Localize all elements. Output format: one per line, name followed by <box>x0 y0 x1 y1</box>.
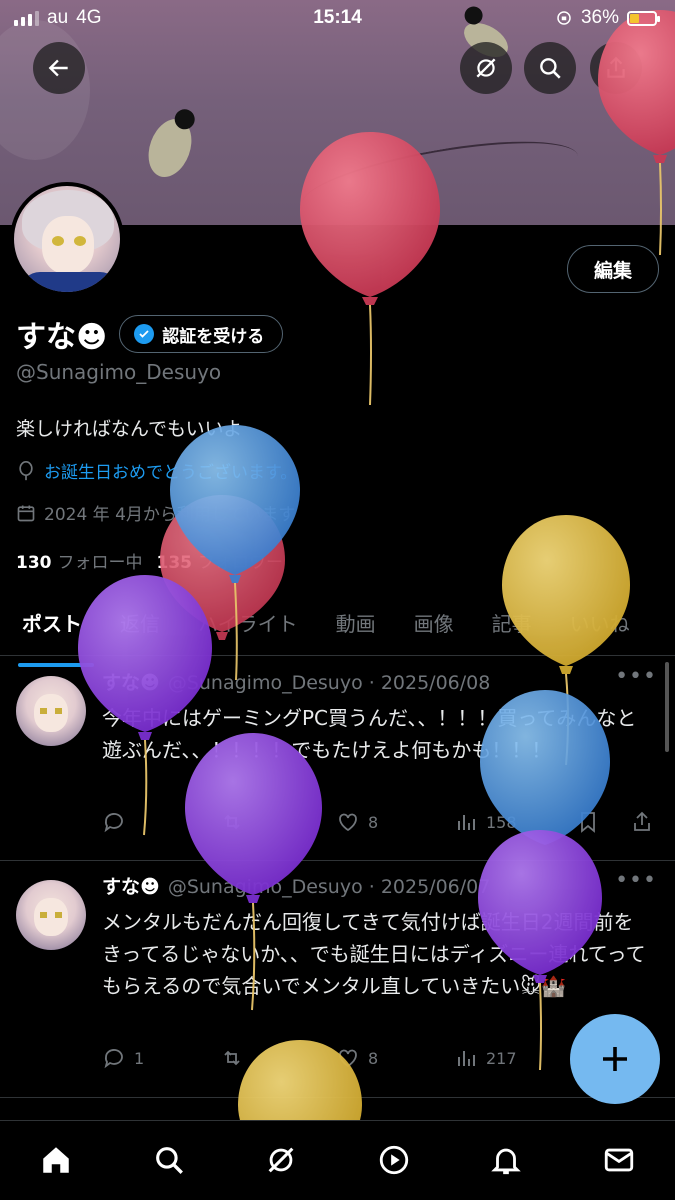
notifications-icon <box>491 1148 522 1174</box>
scrollbar[interactable] <box>665 662 669 752</box>
battery-percent: 36% <box>580 7 619 28</box>
repost-icon <box>224 1050 240 1066</box>
reply-count: 1 <box>134 1048 145 1068</box>
birthday-text[interactable]: お誕生日おめでとうございます。 <box>44 458 297 483</box>
search-icon <box>540 58 561 79</box>
messages-icon <box>604 1148 633 1171</box>
share-icon <box>634 811 650 831</box>
tab-videos[interactable]: 動画 <box>314 598 392 655</box>
tab-replies[interactable]: 返信 <box>98 598 176 655</box>
views-icon <box>458 815 475 830</box>
tab-images[interactable]: 画像 <box>392 598 470 655</box>
status-bar: au 4G 15:14 36% <box>0 0 675 36</box>
reply-button[interactable]: 1 <box>102 1046 220 1070</box>
views-button[interactable]: 158 <box>454 810 576 834</box>
arrow-left-icon <box>48 59 68 77</box>
grok-icon <box>268 1147 294 1172</box>
views-count: 158 <box>486 812 517 832</box>
search-icon <box>155 1146 183 1174</box>
following-label: フォロー中 <box>57 553 143 573</box>
bottom-navigation <box>0 1120 675 1200</box>
grok-icon <box>476 58 496 78</box>
profile-bio: 楽しければなんでもいいよ <box>16 418 243 440</box>
tab-articles[interactable]: 記事 <box>470 598 548 655</box>
followers-count: 135 <box>156 553 193 573</box>
nav-search[interactable] <box>147 1138 191 1182</box>
battery-icon <box>627 10 660 26</box>
following-count: 130 <box>16 553 52 573</box>
profile-tabs: ポスト 返信 ハイライト 動画 画像 記事 いいね <box>0 598 675 667</box>
bookmark-icon <box>581 812 595 833</box>
profile-handle: @Sunagimo_Desuyo <box>16 360 222 384</box>
heart-icon <box>339 813 357 832</box>
reply-icon <box>104 813 123 833</box>
balloon-icon <box>19 460 33 480</box>
compose-button[interactable] <box>570 1014 660 1104</box>
grok-button[interactable] <box>460 42 512 94</box>
nav-videos[interactable] <box>372 1138 416 1182</box>
nav-notifications[interactable] <box>484 1138 528 1182</box>
more-options-icon[interactable]: ••• <box>615 868 657 893</box>
joined-text: 2024 年 4月から利用しています <box>44 505 296 525</box>
profile-avatar[interactable] <box>10 182 124 296</box>
get-verified-button[interactable]: 認証を受ける <box>119 315 284 353</box>
more-options-icon[interactable]: ••• <box>615 664 657 689</box>
post-author-name[interactable]: すな☻ <box>102 672 160 694</box>
followers-link[interactable]: 135 フォロワー <box>157 548 284 573</box>
joined-row: 2024 年 4月から利用しています <box>16 500 295 525</box>
post-text: 今年中にはゲーミングPC買うんだ、、！！！買ってみんなと遊ぶんだ、、！！！！でも… <box>102 706 637 762</box>
share-post-button[interactable] <box>630 810 654 834</box>
views-count: 217 <box>486 1048 517 1068</box>
plus-icon <box>603 1047 627 1071</box>
following-link[interactable]: 130 フォロー中 <box>16 548 143 573</box>
verified-badge-icon <box>134 324 155 344</box>
birthday-row[interactable]: お誕生日おめでとうございます。 <box>16 458 297 483</box>
repost-icon <box>224 814 240 830</box>
get-verified-label: 認証を受ける <box>162 326 265 347</box>
like-button[interactable]: 8 <box>336 810 454 834</box>
profile-name: すな☻ <box>16 320 108 355</box>
reply-button[interactable] <box>102 810 220 834</box>
post-avatar[interactable] <box>16 676 86 746</box>
video-icon <box>379 1145 408 1174</box>
banner-decoration <box>296 126 584 225</box>
nav-messages[interactable] <box>597 1138 641 1182</box>
tab-likes[interactable]: いいね <box>548 598 646 655</box>
tab-highlights[interactable]: ハイライト <box>176 598 314 655</box>
followers-label: フォロワー <box>198 553 283 573</box>
reply-icon <box>104 1049 123 1069</box>
post-text: メンタルもだんだん回復してきて気付けば誕生日2週間前をきってるじゃないか、、でも… <box>102 910 646 998</box>
like-count: 8 <box>368 812 379 832</box>
post-avatar[interactable] <box>16 880 86 950</box>
views-button[interactable]: 217 <box>454 1046 576 1070</box>
share-button[interactable] <box>590 42 642 94</box>
post-author-name[interactable]: すな☻ <box>102 876 160 898</box>
like-button[interactable]: 8 <box>336 1046 454 1070</box>
repost-button[interactable] <box>220 1046 336 1070</box>
nav-grok[interactable] <box>259 1138 303 1182</box>
repost-button[interactable] <box>220 810 336 834</box>
post-item[interactable]: すな☻ @Sunagimo_Desuyo · 2025/06/08 ••• 今年中… <box>0 658 675 861</box>
nav-home[interactable] <box>34 1138 78 1182</box>
tab-posts[interactable]: ポスト <box>0 598 98 667</box>
banner-decoration <box>140 112 200 184</box>
orientation-lock-icon <box>557 11 571 25</box>
post-meta: @Sunagimo_Desuyo · 2025/06/07 <box>167 876 491 898</box>
calendar-icon <box>17 505 35 521</box>
home-icon <box>43 1146 69 1173</box>
like-count: 8 <box>368 1048 379 1068</box>
search-button[interactable] <box>524 42 576 94</box>
heart-icon <box>339 1049 357 1068</box>
share-icon <box>607 56 625 78</box>
post-meta: @Sunagimo_Desuyo · 2025/06/08 <box>167 672 491 694</box>
bookmark-button[interactable] <box>576 810 630 834</box>
edit-profile-button[interactable]: 編集 <box>567 245 659 293</box>
views-icon <box>458 1051 475 1066</box>
back-button[interactable] <box>33 42 85 94</box>
